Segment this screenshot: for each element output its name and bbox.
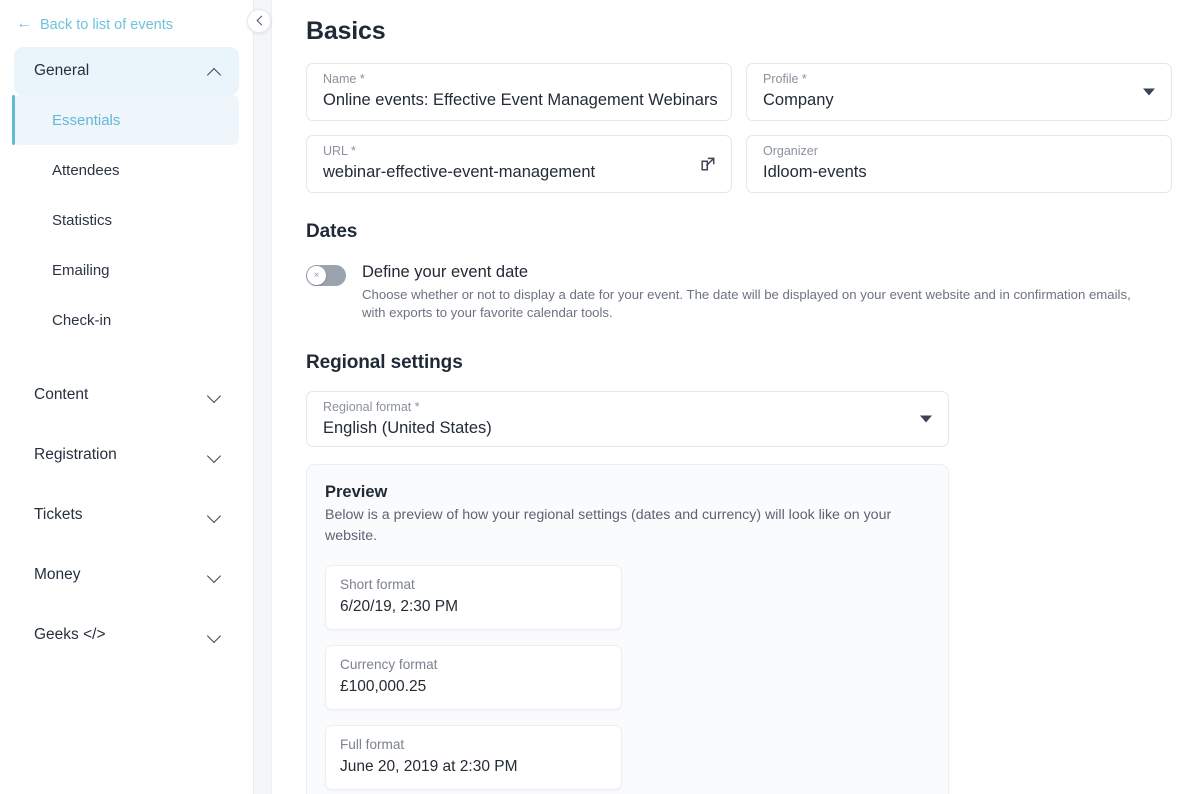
sidebar-group-tickets-label: Tickets xyxy=(34,506,83,524)
url-field-value: webinar-effective-event-management xyxy=(323,159,717,185)
chevron-left-icon xyxy=(255,17,263,25)
sidebar-item-statistics[interactable]: Statistics xyxy=(13,195,239,245)
organizer-field-value: Idloom-events xyxy=(763,159,1157,185)
regional-settings-section: Regional settings Regional format * Engl… xyxy=(306,352,1172,794)
basics-row-1: Name * Online events: Effective Event Ma… xyxy=(306,63,1172,121)
sidebar-item-attendees[interactable]: Attendees xyxy=(13,145,239,195)
chevron-down-icon xyxy=(208,569,221,582)
preview-card-short-format-value: 6/20/19, 2:30 PM xyxy=(340,595,607,618)
organizer-field-label: Organizer xyxy=(763,144,1157,159)
preview-card-full-format-label: Full format xyxy=(340,735,607,754)
chevron-down-icon xyxy=(208,389,221,402)
sidebar-item-emailing[interactable]: Emailing xyxy=(13,245,239,295)
regional-format-select[interactable]: Regional format * English (United States… xyxy=(306,391,949,447)
regional-format-label: Regional format * xyxy=(323,400,934,415)
preview-cards: Short format 6/20/19, 2:30 PM Currency f… xyxy=(325,565,930,790)
regional-format-wrap: Regional format * English (United States… xyxy=(306,391,949,447)
sidebar-gutter xyxy=(254,0,272,794)
name-field-value: Online events: Effective Event Managemen… xyxy=(323,87,717,113)
profile-select-value: Company xyxy=(763,87,1157,113)
dates-section: Dates × Define your event date Choose wh… xyxy=(306,221,1172,322)
organizer-field-col: Organizer Idloom-events xyxy=(746,135,1172,193)
sidebar-group-general-label: General xyxy=(34,62,89,80)
sidebar-group-geeks-label: Geeks </> xyxy=(34,626,106,644)
sidebar-item-checkin-label: Check-in xyxy=(52,312,111,329)
toggle-knob-off-icon: × xyxy=(307,266,326,285)
define-event-date-toggle[interactable]: × xyxy=(306,265,346,286)
define-event-date-row: × Define your event date Choose whether … xyxy=(306,261,1172,322)
preview-card-full-format-value: June 20, 2019 at 2:30 PM xyxy=(340,755,607,778)
sidebar-group-money-label: Money xyxy=(34,566,81,584)
main-content: Basics Name * Online events: Effective E… xyxy=(272,0,1200,794)
define-event-date-label: Define your event date xyxy=(362,261,1152,283)
profile-select[interactable]: Profile * Company xyxy=(746,63,1172,121)
profile-select-label: Profile * xyxy=(763,72,1157,87)
sidebar-general-items: Essentials Attendees Statistics Emailing… xyxy=(0,95,253,345)
app-root: ← Back to list of events General Essenti… xyxy=(0,0,1200,794)
sidebar-item-checkin[interactable]: Check-in xyxy=(13,295,239,345)
sidebar-item-statistics-label: Statistics xyxy=(52,212,112,229)
preview-card-short-format: Short format 6/20/19, 2:30 PM xyxy=(325,565,622,630)
url-field[interactable]: URL * webinar-effective-event-management xyxy=(306,135,732,193)
regional-preview-panel: Preview Below is a preview of how your r… xyxy=(306,464,949,794)
preview-card-currency-format-value: £100,000.25 xyxy=(340,675,607,698)
sidebar-group-tickets[interactable]: Tickets xyxy=(14,491,239,539)
profile-field-col: Profile * Company xyxy=(746,63,1172,121)
url-field-label: URL * xyxy=(323,144,717,159)
page-title: Basics xyxy=(306,17,1172,46)
sidebar-group-geeks[interactable]: Geeks </> xyxy=(14,611,239,659)
name-field-col: Name * Online events: Effective Event Ma… xyxy=(306,63,732,121)
sidebar-collapsed-groups: Content Registration Tickets Money Geeks… xyxy=(0,371,253,659)
sidebar: ← Back to list of events General Essenti… xyxy=(0,0,254,794)
chevron-up-icon xyxy=(208,65,221,78)
preview-description: Below is a preview of how your regional … xyxy=(325,505,930,547)
regional-settings-title: Regional settings xyxy=(306,352,1172,374)
chevron-down-icon xyxy=(208,449,221,462)
sidebar-collapse-button[interactable] xyxy=(247,9,271,33)
preview-card-short-format-label: Short format xyxy=(340,575,607,594)
chevron-down-icon xyxy=(208,629,221,642)
preview-card-full-format: Full format June 20, 2019 at 2:30 PM xyxy=(325,725,622,790)
sidebar-group-registration[interactable]: Registration xyxy=(14,431,239,479)
arrow-left-icon: ← xyxy=(16,16,32,32)
sidebar-item-attendees-label: Attendees xyxy=(52,162,120,179)
regional-format-value: English (United States) xyxy=(323,415,934,441)
basics-row-2: URL * webinar-effective-event-management… xyxy=(306,135,1172,193)
caret-down-icon[interactable] xyxy=(920,416,932,423)
external-link-icon[interactable] xyxy=(699,155,717,173)
url-field-col: URL * webinar-effective-event-management xyxy=(306,135,732,193)
sidebar-group-content-label: Content xyxy=(34,386,88,404)
preview-card-currency-format: Currency format £100,000.25 xyxy=(325,645,622,710)
back-to-events-link[interactable]: ← Back to list of events xyxy=(0,0,253,33)
chevron-down-icon xyxy=(208,509,221,522)
name-field-label: Name * xyxy=(323,72,717,87)
preview-card-currency-format-label: Currency format xyxy=(340,655,607,674)
sidebar-group-general[interactable]: General xyxy=(14,47,239,95)
define-event-date-description: Choose whether or not to display a date … xyxy=(362,286,1152,322)
caret-down-icon[interactable] xyxy=(1143,89,1155,96)
organizer-field[interactable]: Organizer Idloom-events xyxy=(746,135,1172,193)
back-to-events-label: Back to list of events xyxy=(40,17,173,33)
sidebar-group-content[interactable]: Content xyxy=(14,371,239,419)
preview-title: Preview xyxy=(325,483,930,502)
define-event-date-text: Define your event date Choose whether or… xyxy=(362,261,1152,322)
sidebar-item-emailing-label: Emailing xyxy=(52,262,110,279)
sidebar-item-essentials-label: Essentials xyxy=(52,112,120,129)
name-field[interactable]: Name * Online events: Effective Event Ma… xyxy=(306,63,732,121)
sidebar-group-registration-label: Registration xyxy=(34,446,117,464)
dates-title: Dates xyxy=(306,221,1172,243)
sidebar-item-essentials[interactable]: Essentials xyxy=(13,95,239,145)
sidebar-group-money[interactable]: Money xyxy=(14,551,239,599)
